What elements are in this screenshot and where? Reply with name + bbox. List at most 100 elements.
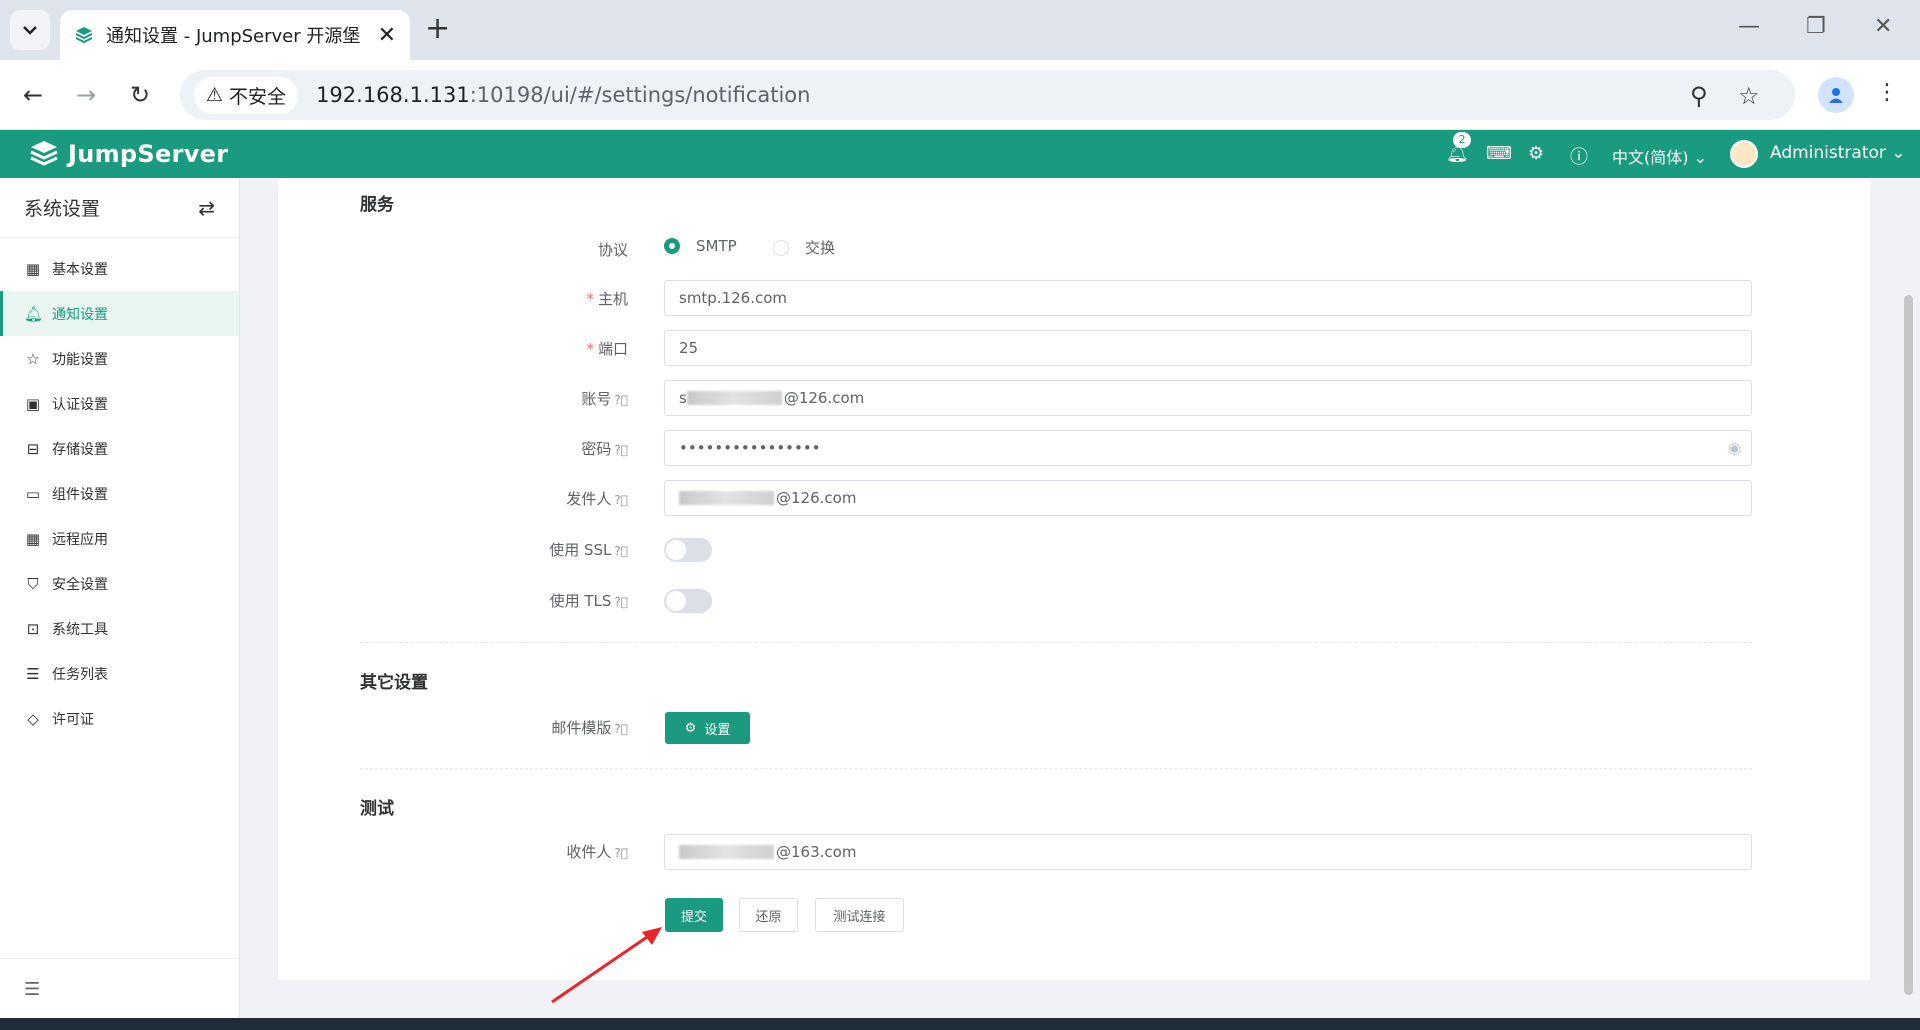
diamond-icon: ◇ xyxy=(27,709,39,728)
gear-icon[interactable]: ⚙ xyxy=(1528,143,1544,164)
new-tab-icon[interactable]: + xyxy=(425,14,450,44)
section-title-other: 其它设置 xyxy=(360,673,428,693)
question-icon: ?⃝ xyxy=(614,846,628,860)
redacted-blur xyxy=(679,491,774,505)
divider xyxy=(360,768,1752,769)
section-title-test: 测试 xyxy=(360,799,394,819)
question-icon: ?⃝ xyxy=(614,443,628,457)
sidebar-item-tasks[interactable]: ☰ 任务列表 xyxy=(0,651,239,696)
forward-icon[interactable]: → xyxy=(68,77,104,113)
redacted-blur xyxy=(686,391,782,405)
zoom-icon[interactable]: ⚲ xyxy=(1690,82,1708,110)
address-bar: ← → ↻ ⚠ 不安全 192.168.1.131:10198/ui/#/sett… xyxy=(0,60,1920,130)
bell-icon: 🔔︎ xyxy=(24,304,44,323)
question-icon: ?⃝ xyxy=(614,393,628,407)
reload-icon[interactable]: ↻ xyxy=(122,77,158,113)
sidebar-item-remote-apps[interactable]: ▦ 远程应用 xyxy=(0,516,239,561)
radio-checked-icon xyxy=(664,238,680,254)
language-selector[interactable]: 中文(简体) ⌄ xyxy=(1612,144,1707,168)
account-label: 账号 ?⃝ xyxy=(581,390,628,408)
tls-label: 使用 TLS ?⃝ xyxy=(549,592,628,610)
avatar[interactable] xyxy=(1730,140,1758,168)
sidebar-item-security[interactable]: ⛉ 安全设置 xyxy=(0,561,239,606)
protocol-radio-exchange[interactable]: 交换 xyxy=(773,237,835,258)
browser-tab[interactable]: 通知设置 - JumpServer 开源堡 ✕ xyxy=(60,10,410,60)
url-text: 192.168.1.131:10198/ui/#/settings/notifi… xyxy=(316,83,811,107)
back-icon[interactable]: ← xyxy=(15,77,51,113)
sidebar-item-license[interactable]: ◇ 许可证 xyxy=(0,696,239,741)
question-icon: ?⃝ xyxy=(614,722,628,736)
monitor-icon: ▭ xyxy=(25,484,41,503)
jumpserver-favicon xyxy=(75,27,93,44)
test-connection-button[interactable]: 测试连接 xyxy=(815,898,904,932)
switch-arrows-icon[interactable]: ⇄ xyxy=(198,196,215,220)
reset-button[interactable]: 还原 xyxy=(739,898,798,932)
recipient-input[interactable]: @163.com xyxy=(664,834,1752,870)
window-close-icon[interactable]: ✕ xyxy=(1874,14,1892,39)
url-omnibox[interactable]: ⚠ 不安全 192.168.1.131:10198/ui/#/settings/n… xyxy=(180,70,1795,120)
question-icon: ?⃝ xyxy=(614,595,628,609)
password-input[interactable]: •••••••••••••••• ◉ xyxy=(664,430,1752,466)
sidebar-item-tools[interactable]: ⊡ 系统工具 xyxy=(0,606,239,651)
browser-tab-bar: 通知设置 - JumpServer 开源堡 ✕ + — ❐ ✕ xyxy=(0,0,1920,60)
sidebar-item-basic[interactable]: ▦ 基本设置 xyxy=(0,246,239,291)
scrollbar[interactable] xyxy=(1904,295,1913,995)
question-icon: ?⃝ xyxy=(614,544,628,558)
settings-card: 服务 协议 SMTP 交换 * 主机 smtp.126.com * 端口 25 账号… xyxy=(278,178,1870,980)
sender-input[interactable]: @126.com xyxy=(664,480,1752,516)
protocol-label: 协议 xyxy=(597,241,628,259)
sidebar-item-components[interactable]: ▭ 组件设置 xyxy=(0,471,239,516)
close-icon[interactable]: ✕ xyxy=(378,23,396,48)
port-label: * 端口 xyxy=(586,340,628,358)
port-input[interactable]: 25 xyxy=(664,330,1752,366)
sidebar: 系统设置 ⇄ ▦ 基本设置 🔔︎ 通知设置 ☆ 功能设置 ▣ 认证设置 ⊟ 存储设置 ▭ 组… xyxy=(0,178,240,1018)
id-card-icon: ▣ xyxy=(25,394,41,413)
warning-icon: ⚠ xyxy=(206,84,224,106)
notification-badge: 2 xyxy=(1453,132,1471,148)
password-label: 密码 ?⃝ xyxy=(581,440,628,458)
tab-search-dropdown[interactable] xyxy=(10,10,50,50)
app-header: JumpServer 🔔︎ 2 ⌨ ⚙ ⓘ 中文(简体) ⌄ Administr… xyxy=(0,130,1920,178)
mail-template-settings-button[interactable]: ⚙ 设置 xyxy=(665,712,750,744)
recipient-label: 收件人 ?⃝ xyxy=(566,843,628,861)
browser-menu-icon[interactable]: ⋮ xyxy=(1876,80,1898,105)
eye-icon[interactable]: ◉ xyxy=(1728,439,1741,457)
ssl-label: 使用 SSL ?⃝ xyxy=(549,541,628,559)
tls-switch[interactable] xyxy=(664,589,712,613)
grid-icon: ▦ xyxy=(25,259,41,278)
star-icon: ☆ xyxy=(26,349,40,368)
profile-icon[interactable] xyxy=(1818,77,1854,113)
help-icon[interactable]: ⓘ xyxy=(1570,143,1588,169)
sidebar-item-auth[interactable]: ▣ 认证设置 xyxy=(0,381,239,426)
collapse-menu-icon[interactable]: ☰ xyxy=(0,958,239,1018)
host-label: * 主机 xyxy=(586,290,628,308)
redacted-blur xyxy=(679,845,774,859)
task-list-icon: ☰ xyxy=(26,664,40,683)
user-menu[interactable]: Administrator ⌄ xyxy=(1770,143,1906,163)
sidebar-item-features[interactable]: ☆ 功能设置 xyxy=(0,336,239,381)
sidebar-item-storage[interactable]: ⊟ 存储设置 xyxy=(0,426,239,471)
question-icon: ?⃝ xyxy=(614,493,628,507)
account-input[interactable]: s @126.com xyxy=(664,380,1752,416)
minimize-icon[interactable]: — xyxy=(1738,14,1760,39)
sidebar-title: 系统设置 xyxy=(24,198,101,220)
jumpserver-logo-icon xyxy=(30,141,58,166)
section-title-service: 服务 xyxy=(360,195,394,215)
app-logo[interactable]: JumpServer xyxy=(28,139,228,169)
security-indicator[interactable]: ⚠ 不安全 xyxy=(194,76,299,114)
bookmark-star-icon[interactable]: ☆ xyxy=(1738,82,1760,110)
sidebar-item-notification[interactable]: 🔔︎ 通知设置 xyxy=(0,291,239,336)
protocol-radio-smtp[interactable]: SMTP xyxy=(664,237,737,255)
terminal-icon[interactable]: ⌨ xyxy=(1486,143,1512,164)
submit-button[interactable]: 提交 xyxy=(665,898,723,932)
divider xyxy=(360,642,1752,643)
taskbar-strip xyxy=(0,1018,1920,1030)
gear-icon: ⚙ xyxy=(684,720,697,736)
host-input[interactable]: smtp.126.com xyxy=(664,280,1752,316)
tab-title: 通知设置 - JumpServer 开源堡 xyxy=(106,26,361,47)
shield-icon: ⛉ xyxy=(27,574,39,593)
sender-label: 发件人 ?⃝ xyxy=(566,490,628,508)
ssl-switch[interactable] xyxy=(664,538,712,562)
chevron-down-icon xyxy=(23,26,37,35)
restore-icon[interactable]: ❐ xyxy=(1806,14,1826,39)
